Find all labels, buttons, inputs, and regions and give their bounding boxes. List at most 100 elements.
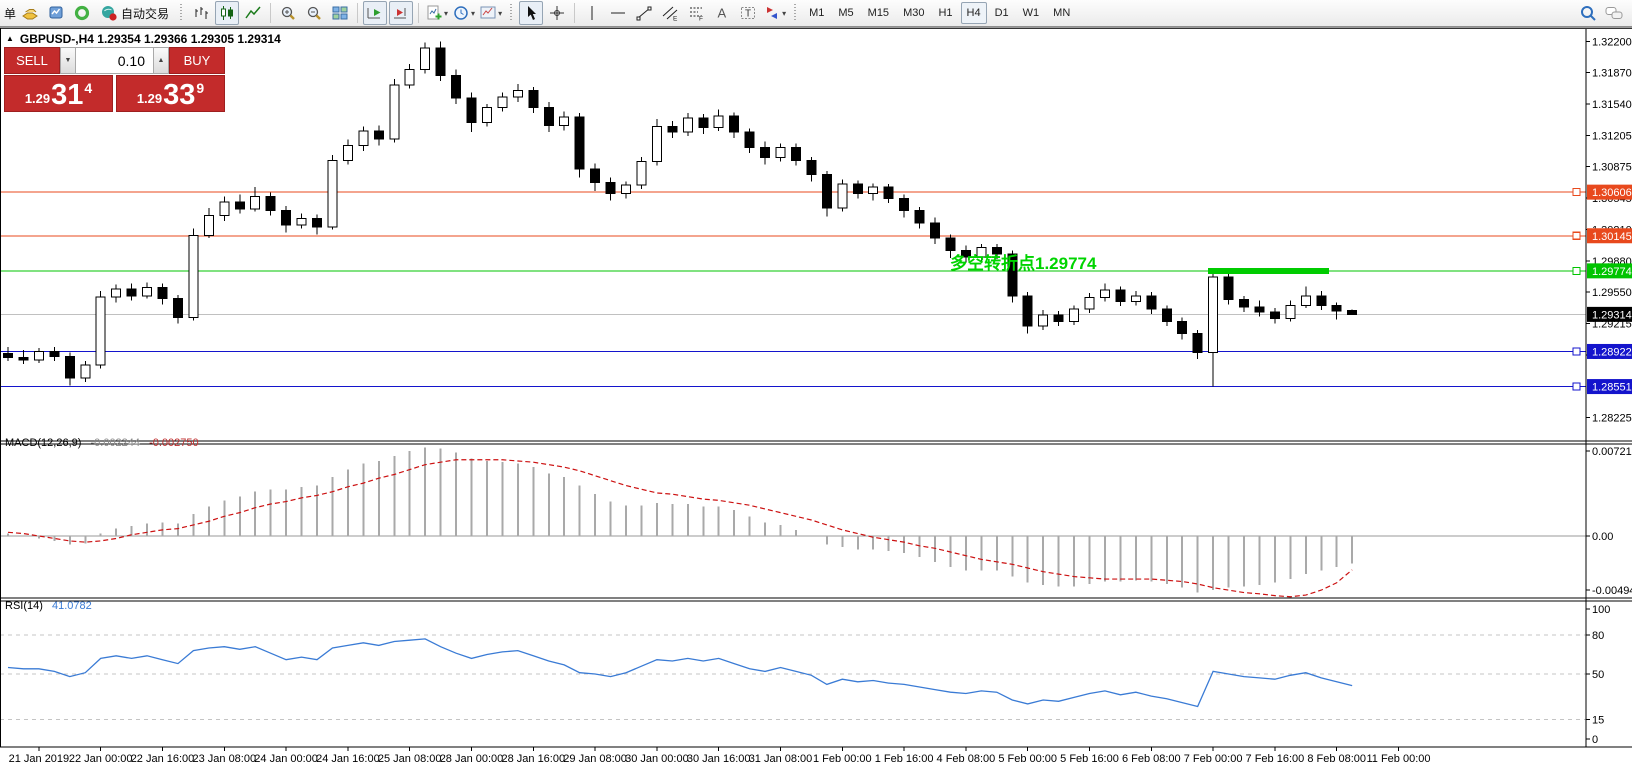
timeframe-m15[interactable]: M15	[862, 2, 895, 24]
line-chart-button[interactable]	[241, 1, 265, 25]
macd-value-main: -0.002244	[90, 437, 140, 449]
timeframe-mn[interactable]: MN	[1047, 2, 1076, 24]
svg-text:1.30145: 1.30145	[1592, 231, 1632, 243]
indicators-button[interactable]: ▾	[424, 1, 449, 25]
chart-shift-button[interactable]	[389, 1, 413, 25]
toolbar: 单 自动交易	[0, 0, 1632, 27]
svg-text:-0.004943: -0.004943	[1592, 585, 1632, 597]
vertical-line-button[interactable]	[580, 1, 604, 25]
svg-text:24 Jan 16:00: 24 Jan 16:00	[316, 753, 380, 765]
lot-size-input[interactable]: 0.10	[76, 47, 153, 74]
toolbar-drag-handle[interactable]	[509, 4, 513, 22]
bid-price[interactable]: 1.29 31 4	[4, 75, 113, 112]
periods-button[interactable]: ▾	[451, 1, 476, 25]
text-button[interactable]: A	[710, 1, 734, 25]
timeframe-m1[interactable]: M1	[803, 2, 830, 24]
horizontal-line-icon	[609, 4, 627, 22]
chat-button[interactable]	[1602, 1, 1626, 25]
ask-price[interactable]: 1.29 33 9	[116, 75, 225, 112]
svg-text:4 Feb 08:00: 4 Feb 08:00	[937, 753, 996, 765]
chevron-down-icon: ▾	[471, 9, 475, 18]
search-icon	[1579, 4, 1597, 22]
lot-decrease-button[interactable]: ▼	[60, 47, 76, 74]
bar-chart-button[interactable]	[189, 1, 213, 25]
timeframe-m30[interactable]: M30	[897, 2, 930, 24]
chevron-down-icon: ▾	[444, 9, 448, 18]
chat-icon	[1604, 4, 1624, 22]
crosshair-icon	[548, 4, 566, 22]
cursor-icon	[522, 4, 540, 22]
zoom-in-button[interactable]	[276, 1, 300, 25]
channel-button[interactable]: E	[658, 1, 682, 25]
svg-text:1.28922: 1.28922	[1592, 346, 1632, 358]
text-icon: A	[713, 4, 731, 22]
svg-text:1 Feb 00:00: 1 Feb 00:00	[813, 753, 872, 765]
zoom-out-button[interactable]	[302, 1, 326, 25]
macd-value-signal: -0.002750	[149, 437, 199, 449]
cursor-button[interactable]	[519, 1, 543, 25]
data-window-button[interactable]	[70, 1, 94, 25]
text-label-icon: T	[739, 4, 757, 22]
toolbar-drag-handle[interactable]	[793, 4, 797, 22]
timeframe-h1[interactable]: H1	[932, 2, 958, 24]
periods-icon	[452, 4, 470, 22]
tile-windows-button[interactable]	[328, 1, 352, 25]
svg-text:50: 50	[1592, 669, 1604, 681]
timeframe-m5[interactable]: M5	[832, 2, 859, 24]
candlestick-chart-button[interactable]	[215, 1, 239, 25]
zoom-in-icon	[279, 4, 297, 22]
horizontal-line-button[interactable]	[606, 1, 630, 25]
collapse-panel-arrow[interactable]: ▲	[6, 35, 14, 43]
lot-increase-button[interactable]: ▲	[153, 47, 169, 74]
svg-text:5 Feb 16:00: 5 Feb 16:00	[1060, 753, 1119, 765]
svg-text:23 Jan 08:00: 23 Jan 08:00	[192, 753, 256, 765]
svg-text:100: 100	[1592, 604, 1610, 616]
svg-text:1.29550: 1.29550	[1592, 287, 1632, 299]
crosshair-button[interactable]	[545, 1, 569, 25]
templates-icon	[479, 4, 497, 22]
timeframe-w1[interactable]: W1	[1017, 2, 1046, 24]
indicators-icon	[425, 4, 443, 22]
toolbar-drag-handle[interactable]	[179, 4, 183, 22]
autotrading-button[interactable]: 自动交易	[96, 1, 173, 25]
arrows-button[interactable]: ▾	[762, 1, 787, 25]
autotrading-label: 自动交易	[121, 5, 169, 22]
svg-text:0: 0	[1592, 734, 1598, 746]
channel-icon: E	[661, 4, 679, 22]
rsi-value: 41.0782	[52, 600, 92, 612]
toolbar-separator	[418, 3, 419, 23]
buy-button[interactable]: BUY	[169, 47, 225, 74]
svg-text:22 Jan 16:00: 22 Jan 16:00	[131, 753, 195, 765]
svg-text:T: T	[745, 9, 751, 20]
text-label-button[interactable]: T	[736, 1, 760, 25]
auto-scroll-icon	[366, 4, 384, 22]
market-watch-button[interactable]	[44, 1, 68, 25]
timeframe-h4[interactable]: H4	[961, 2, 987, 24]
templates-button[interactable]: ▾	[478, 1, 503, 25]
trendline-button[interactable]	[632, 1, 656, 25]
svg-text:1.32200: 1.32200	[1592, 36, 1632, 48]
ask-big: 33	[163, 82, 195, 109]
price-chart[interactable]: 1.322001.318701.315401.312051.308751.305…	[0, 0, 1632, 772]
svg-text:0.007216: 0.007216	[1592, 446, 1632, 458]
ask-prefix: 1.29	[137, 92, 162, 105]
svg-text:22 Jan 00:00: 22 Jan 00:00	[69, 753, 133, 765]
svg-text:15: 15	[1592, 715, 1604, 727]
new-order-gold-button[interactable]	[18, 1, 42, 25]
timeframe-d1[interactable]: D1	[989, 2, 1015, 24]
svg-text:F: F	[699, 16, 703, 23]
svg-text:1.29314: 1.29314	[1592, 309, 1632, 321]
auto-scroll-button[interactable]	[363, 1, 387, 25]
fibonacci-button[interactable]: F	[684, 1, 708, 25]
rsi-indicator-label: RSI(14) 41.0782	[5, 600, 92, 612]
rsi-name: RSI(14)	[5, 600, 43, 612]
svg-text:30 Jan 16:00: 30 Jan 16:00	[687, 753, 751, 765]
new-order-button[interactable]: 单	[4, 5, 16, 22]
svg-text:1 Feb 16:00: 1 Feb 16:00	[875, 753, 934, 765]
sell-button[interactable]: SELL	[4, 47, 60, 74]
toolbar-separator	[574, 3, 575, 23]
svg-text:6 Feb 08:00: 6 Feb 08:00	[1122, 753, 1181, 765]
svg-text:7 Feb 16:00: 7 Feb 16:00	[1246, 753, 1305, 765]
svg-text:31 Jan 08:00: 31 Jan 08:00	[749, 753, 813, 765]
search-button[interactable]	[1576, 1, 1600, 25]
